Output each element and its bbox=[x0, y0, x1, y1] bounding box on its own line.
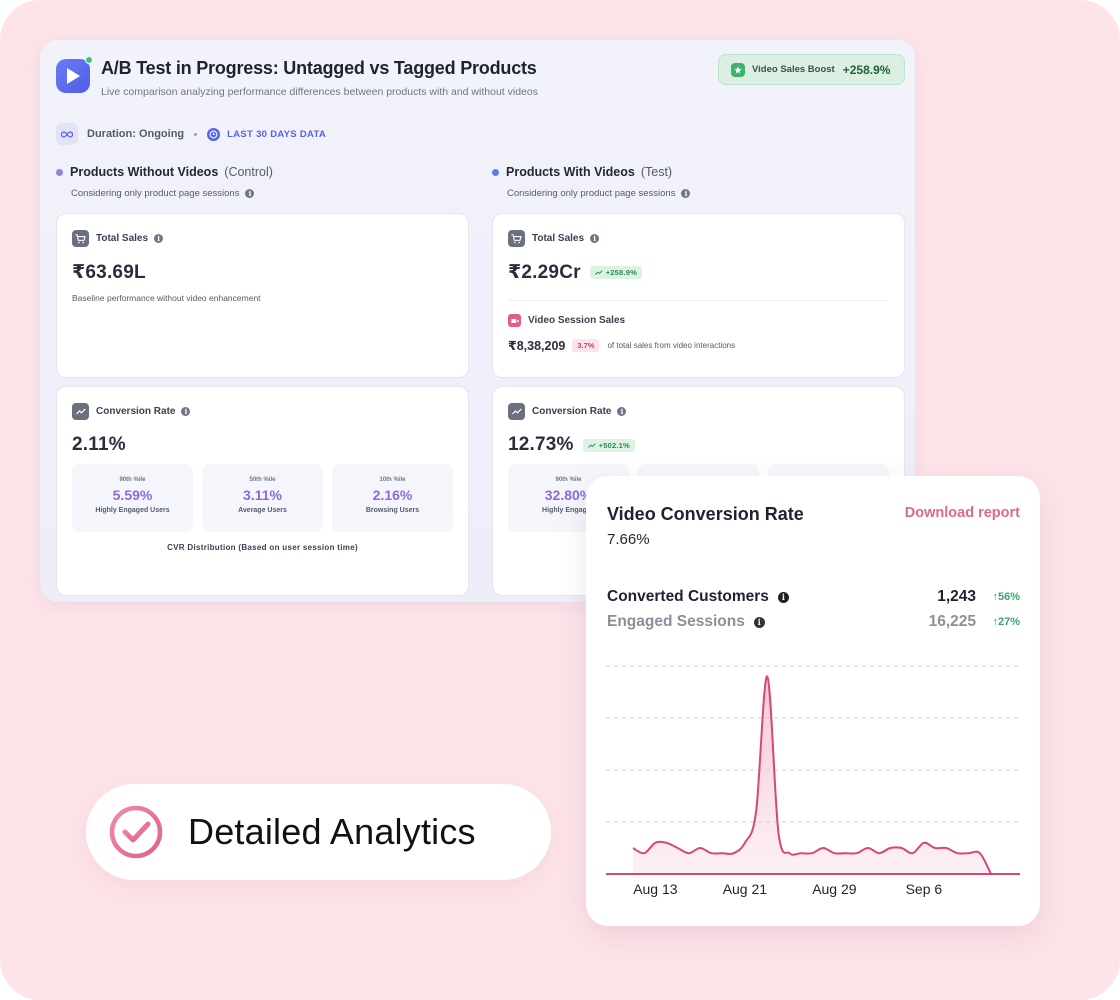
dashboard-subtitle: Live comparison analyzing performance di… bbox=[101, 86, 538, 98]
test-note-text: Considering only product page sessions bbox=[507, 188, 676, 199]
percentile-key: 10th %ile bbox=[379, 477, 406, 483]
video-share-note: of total sales from video interactions bbox=[607, 341, 736, 350]
percentile-box-50: 50th %ile 3.11% Average Users bbox=[202, 464, 323, 532]
control-sales-value: ₹63.69L bbox=[72, 262, 146, 283]
test-cvr-label: Conversion Rate bbox=[532, 406, 612, 417]
test-sales-value-row: ₹2.29Cr +258.9% bbox=[508, 261, 642, 284]
detailed-analytics-label: Detailed Analytics bbox=[188, 811, 476, 852]
percentile-key: 50th %ile bbox=[249, 477, 276, 483]
divider bbox=[508, 300, 888, 301]
control-cvr-value: 2.11% bbox=[72, 434, 126, 455]
test-sales-change-badge: +258.9% bbox=[589, 266, 642, 279]
test-sales-value: ₹2.29Cr bbox=[508, 262, 581, 283]
info-icon[interactable]: i bbox=[245, 189, 255, 198]
video-session-sales-row: ₹8,38,209 3.7% of total sales from video… bbox=[508, 338, 735, 353]
control-sales-note: Baseline performance without video enhan… bbox=[72, 293, 261, 303]
test-note: Considering only product page sessions i bbox=[507, 188, 691, 199]
play-icon bbox=[56, 56, 93, 93]
info-icon[interactable]: i bbox=[681, 189, 691, 198]
control-note: Considering only product page sessions i bbox=[71, 188, 255, 199]
control-sales-header: Total Sales i bbox=[72, 230, 164, 247]
separator-dot bbox=[194, 132, 198, 136]
percentile-desc: Average Users bbox=[238, 507, 287, 514]
test-tag: (Test) bbox=[640, 165, 673, 179]
test-title: Products With Videos bbox=[506, 165, 635, 179]
video-share-badge: 3.7% bbox=[572, 339, 600, 352]
info-icon[interactable]: i bbox=[617, 407, 627, 416]
test-cvr-header: Conversion Rate i bbox=[508, 403, 627, 420]
percentile-value: 2.16% bbox=[372, 487, 413, 503]
x-tick-label: Aug 13 bbox=[633, 881, 678, 897]
clock-icon bbox=[207, 127, 221, 141]
percentile-desc: Browsing Users bbox=[365, 507, 420, 514]
control-total-sales-card: Total Sales i ₹63.69L Baseline performan… bbox=[56, 213, 469, 378]
test-sales-header: Total Sales i bbox=[508, 230, 600, 247]
test-bullet bbox=[492, 168, 499, 176]
video-camera-icon bbox=[508, 314, 521, 327]
control-column-header: Products Without Videos (Control) bbox=[56, 165, 273, 179]
percentile-value: 3.11% bbox=[243, 487, 282, 503]
cart-icon bbox=[508, 230, 525, 247]
test-cvr-change: +502.1% bbox=[598, 440, 630, 450]
test-cvr-value-row: 12.73% +502.1% bbox=[508, 434, 635, 456]
duration-row: Duration: Ongoing LAST 30 DAYS DATA bbox=[56, 123, 326, 145]
control-tag: (Control) bbox=[224, 165, 273, 179]
conversion-area-chart: Aug 13 Aug 21 Aug 29 Sep 6 bbox=[606, 665, 1020, 897]
series-line bbox=[632, 675, 992, 875]
test-sales-label: Total Sales bbox=[532, 233, 585, 244]
control-cvr-header: Conversion Rate i bbox=[72, 403, 191, 420]
video-session-sales-value: ₹8,38,209 bbox=[508, 339, 566, 353]
control-note-text: Considering only product page sessions bbox=[71, 188, 240, 199]
test-column-header: Products With Videos (Test) bbox=[492, 165, 672, 179]
info-icon[interactable]: i bbox=[590, 234, 600, 243]
info-icon[interactable]: i bbox=[154, 234, 164, 243]
video-sales-boost-badge: Video Sales Boost +258.9% bbox=[718, 54, 905, 85]
info-icon[interactable]: i bbox=[181, 407, 191, 416]
hero-stage: A/B Test in Progress: Untagged vs Tagged… bbox=[0, 0, 1120, 1000]
boost-value: +258.9% bbox=[842, 62, 891, 77]
control-title: Products Without Videos bbox=[70, 165, 219, 179]
x-tick-label: Aug 21 bbox=[723, 881, 768, 897]
control-conversion-card: Conversion Rate i 2.11% 90th %ile 5.59% … bbox=[56, 386, 469, 596]
boost-label: Video Sales Boost bbox=[752, 64, 835, 75]
test-cvr-value: 12.73% bbox=[508, 434, 574, 455]
x-tick-label: Aug 29 bbox=[812, 881, 857, 897]
test-total-sales-card: Total Sales i ₹2.29Cr +258.9% Video Sess… bbox=[492, 213, 905, 378]
trend-up-icon bbox=[587, 442, 596, 448]
percentile-box-10: 10th %ile 2.16% Browsing Users bbox=[332, 464, 453, 532]
trend-up-icon bbox=[72, 403, 89, 420]
percentile-key: 90th %ile bbox=[119, 477, 146, 483]
test-cvr-change-badge: +502.1% bbox=[582, 438, 635, 452]
infinity-icon bbox=[56, 123, 78, 145]
video-session-sales-header: Video Session Sales bbox=[508, 314, 625, 327]
control-cvr-label: Conversion Rate bbox=[96, 406, 176, 417]
percentile-value: 5.59% bbox=[112, 487, 153, 503]
detailed-analytics-pill: Detailed Analytics bbox=[86, 784, 551, 880]
cart-icon bbox=[72, 230, 89, 247]
trend-up-icon bbox=[508, 403, 525, 420]
percentile-box-90: 90th %ile 5.59% Highly Engaged Users bbox=[72, 464, 193, 532]
duration-label: Duration: Ongoing bbox=[87, 128, 185, 140]
trend-up-icon bbox=[594, 270, 603, 275]
cvr-distribution-caption: CVR Distribution (Based on user session … bbox=[167, 543, 358, 552]
live-status-dot bbox=[85, 56, 93, 64]
dashboard-title: A/B Test in Progress: Untagged vs Tagged… bbox=[101, 58, 537, 78]
video-session-sales-label: Video Session Sales bbox=[528, 315, 626, 326]
star-icon bbox=[731, 62, 745, 77]
area-fill bbox=[633, 676, 991, 874]
test-sales-change: +258.9% bbox=[605, 268, 637, 277]
video-conversion-card: Video Conversion Rate 7.66% Download rep… bbox=[586, 476, 1040, 926]
control-sales-label: Total Sales bbox=[96, 233, 149, 244]
control-bullet bbox=[56, 168, 63, 176]
x-tick-label: Sep 6 bbox=[906, 881, 943, 897]
check-circle-icon bbox=[109, 805, 163, 859]
percentile-desc: Highly Engaged Users bbox=[95, 507, 170, 514]
date-range-label: LAST 30 DAYS DATA bbox=[227, 128, 327, 140]
